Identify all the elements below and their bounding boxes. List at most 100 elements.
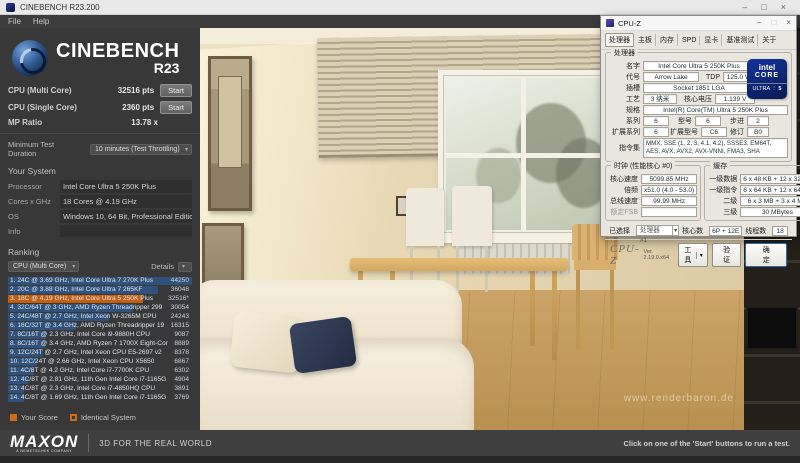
maxon-logo: MAXON <box>10 434 78 449</box>
multi-core-score: 32516 pts <box>118 86 154 95</box>
package-label: 插槽 <box>609 83 643 93</box>
ranking-row[interactable]: 13. 4C/8T @ 2.3 GHz, Intel Core i7-4850H… <box>8 384 192 393</box>
cpuz-tab-1[interactable]: 主板 <box>635 34 656 46</box>
ranking-row[interactable]: 6. 16C/32T @ 3.4 GHz, AMD Ryzen Threadri… <box>8 321 192 330</box>
menu-item-help[interactable]: Help <box>33 17 49 26</box>
system-row: Info <box>8 225 192 237</box>
test-duration-row: Minimum Test Duration 10 minutes (Test T… <box>8 140 192 158</box>
cpuz-tab-4[interactable]: 显卡 <box>701 34 722 46</box>
cpu-name-label: 名字 <box>609 61 643 71</box>
cpuz-row-label: 三级 <box>708 207 740 217</box>
single-core-label: CPU (Single Core) <box>8 103 77 112</box>
system-row-label: Info <box>8 225 60 237</box>
cpuz-row: 核心速度5099.85 MHz <box>609 174 697 184</box>
brand-name: CINEBENCH <box>56 41 179 61</box>
cpuz-row-label: 总线速度 <box>609 196 641 206</box>
ranking-score: 3769 <box>174 393 189 403</box>
chevron-down-icon[interactable]: ▾ <box>696 252 703 259</box>
single-core-row: CPU (Single Core) 2360 pts Start <box>8 101 192 114</box>
ext-model-field: C6 <box>701 127 727 137</box>
codename-label: 代号 <box>609 72 643 82</box>
multi-core-row: CPU (Multi Core) 32516 pts Start <box>8 84 192 97</box>
cpuz-title-bar[interactable]: CPU-Z – □ × <box>601 16 796 31</box>
system-row-value: 18 Cores @ 4.19 GHz <box>60 195 192 208</box>
ranking-row[interactable]: 8. 8C/16T @ 3.4 GHz, AMD Ryzen 7 1700X E… <box>8 339 192 348</box>
ranking-controls: CPU (Multi Core) Details <box>8 261 192 272</box>
cinebench-window: CINEBENCH R23.200 – □ × FileHelp CINEBEN… <box>0 0 800 463</box>
identical-system-swatch <box>70 414 77 421</box>
cpuz-tab-6[interactable]: 关于 <box>759 34 779 46</box>
validate-button[interactable]: 验证 <box>712 243 742 267</box>
app-icon <box>6 3 15 12</box>
maximize-icon[interactable]: □ <box>761 3 766 12</box>
cpuz-row-value: 99.99 MHz <box>641 196 697 206</box>
your-system-header: Your System <box>8 166 192 176</box>
test-duration-select[interactable]: 10 minutes (Test Throttling) <box>90 144 192 155</box>
ranking-header: Ranking <box>8 247 192 257</box>
cpuz-close-icon[interactable]: × <box>786 19 791 27</box>
single-core-score: 2360 pts <box>122 103 154 112</box>
model-label: 型号 <box>669 116 695 126</box>
cpuz-row-value: 5099.85 MHz <box>641 174 697 184</box>
cpuz-row-label: 核心速度 <box>609 174 641 184</box>
start-multi-button[interactable]: Start <box>160 84 192 97</box>
system-row-label: Processor <box>8 180 60 193</box>
cpuz-row: 三级30 MBytes <box>708 207 800 217</box>
ranking-filter-select[interactable]: CPU (Multi Core) <box>8 261 79 272</box>
cpuz-row-value: x51.0 (4.0 - 53.0) <box>641 185 697 195</box>
ok-button[interactable]: 确定 <box>745 243 787 267</box>
ranking-row[interactable]: 1. 24C @ 3.69 GHz, Intel Core Ultra 7 27… <box>8 276 192 285</box>
cpuz-minimize-icon[interactable]: – <box>757 19 761 27</box>
cpuz-tab-cpu[interactable]: 处理器 <box>605 33 634 47</box>
cpuz-tab-3[interactable]: SPD <box>679 36 700 45</box>
cpuz-window: CPU-Z – □ × 处理器主板内存SPD显卡基准测试关于 处理器 intel… <box>600 15 797 237</box>
ranking-row[interactable]: 12. 4C/8T @ 2.81 GHz, 11th Gen Intel Cor… <box>8 375 192 384</box>
cpuz-row: 额定FSB <box>609 207 697 217</box>
processor-group-label: 处理器 <box>611 48 638 58</box>
brand-version: R23 <box>56 61 179 76</box>
ranking-row[interactable]: 5. 24C/48T @ 2.7 GHz, Intel Xeon W-3265M… <box>8 312 192 321</box>
cpuz-row: 总线速度99.99 MHz <box>609 196 697 206</box>
identical-system-label: Identical System <box>81 413 136 422</box>
ranking-row[interactable]: 10. 12C/24T @ 2.66 GHz, Intel Xeon CPU X… <box>8 357 192 366</box>
menu-item-file[interactable]: File <box>8 17 21 26</box>
minimize-icon[interactable]: – <box>742 3 747 12</box>
ranking-row[interactable]: 2. 20C @ 3.88 GHz, Intel Core Ultra 7 26… <box>8 285 192 294</box>
system-row: Cores x GHz18 Cores @ 4.19 GHz <box>8 195 192 208</box>
stepping-field: 2 <box>747 116 769 126</box>
spec-label: 规格 <box>609 105 643 115</box>
cpuz-tab-2[interactable]: 内存 <box>657 34 678 46</box>
system-row: ProcessorIntel Core Ultra 5 250K Plus <box>8 180 192 193</box>
tools-button[interactable]: 工具▾ <box>678 243 708 267</box>
processor-select[interactable]: 处理器 #1 <box>636 225 679 236</box>
ranking-row[interactable]: 14. 4C/8T @ 1.69 GHz, 11th Gen Intel Cor… <box>8 393 192 402</box>
close-icon[interactable]: × <box>781 3 786 12</box>
white-chair <box>406 188 444 246</box>
multi-core-label: CPU (Multi Core) <box>8 86 72 95</box>
cpuz-row-label: 二级 <box>708 196 740 206</box>
ranking-row[interactable]: 3. 18C @ 4.19 GHz, Intel Core Ultra 5 25… <box>8 294 192 303</box>
ranking-list: 1. 24C @ 3.69 GHz, Intel Core Ultra 7 27… <box>8 276 192 402</box>
footer-bar: MAXON A NEMETSCHEK COMPANY 3D FOR THE RE… <box>0 430 800 456</box>
ranking-row[interactable]: 7. 8C/16T @ 2.3 GHz, Intel Core i9-9880H… <box>8 330 192 339</box>
ranking-row[interactable]: 4. 32C/64T @ 3 GHz, AMD Ryzen Threadripp… <box>8 303 192 312</box>
test-duration-label: Minimum Test Duration <box>8 140 84 158</box>
ranking-row[interactable]: 9. 12C/24T @ 2.7 GHz, Intel Xeon CPU E5-… <box>8 348 192 357</box>
cpuz-footer: CPU-Z Ver. 2.19.0.x64 工具▾ 验证 确定 <box>605 239 792 270</box>
cores-label: 核心数 <box>682 226 706 236</box>
family-field: 6 <box>643 116 669 126</box>
details-dropdown[interactable] <box>178 262 192 272</box>
stepping-label: 步进 <box>721 116 747 126</box>
cpuz-row: 二级6 x 3 MB + 3 x 4 MB <box>708 196 800 206</box>
your-score-label: Your Score <box>21 413 58 422</box>
cpuz-processor-group: 处理器 intel CORE ULTRA ⋮ 5 名字 Intel Core U… <box>605 52 792 162</box>
your-score-swatch <box>10 414 17 421</box>
system-row: OSWindows 10, 64 Bit, Professional Editi… <box>8 210 192 223</box>
cpuz-row-value: 30 MBytes <box>740 207 800 217</box>
ranking-row[interactable]: 11. 4C/8T @ 4.2 GHz, Intel Core i7-7700K… <box>8 366 192 375</box>
cpuz-tab-5[interactable]: 基准测试 <box>723 34 758 46</box>
cpuz-row-value <box>641 207 697 217</box>
system-row-label: OS <box>8 210 60 223</box>
technology-label: 工艺 <box>609 94 643 104</box>
start-single-button[interactable]: Start <box>160 101 192 114</box>
